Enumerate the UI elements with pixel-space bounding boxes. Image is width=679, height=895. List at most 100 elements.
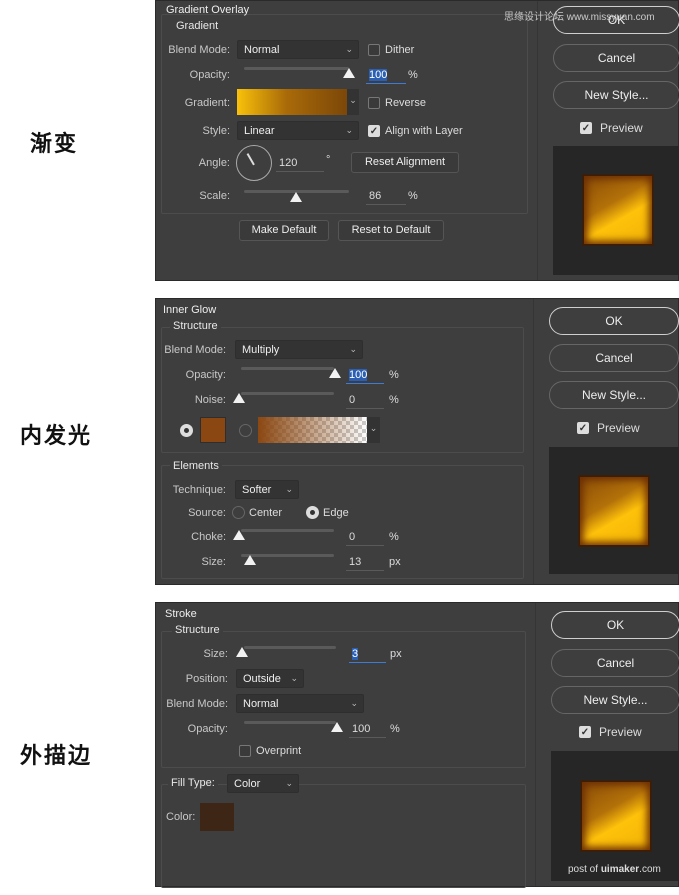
- group-title: Structure: [170, 320, 221, 332]
- fill-type-group: [161, 784, 526, 888]
- source-edge-radio[interactable]: [306, 506, 319, 519]
- preview-box: [549, 447, 679, 574]
- opacity-input[interactable]: 100: [349, 722, 386, 738]
- angle-dial[interactable]: [236, 145, 272, 181]
- divider: [535, 603, 536, 886]
- gradient-dropdown-chevron-icon[interactable]: ⌄: [367, 417, 380, 443]
- watermark-bottom: post of uimaker.com: [568, 864, 661, 875]
- align-with-layer-label: Align with Layer: [385, 125, 463, 137]
- group-title: Gradient: [173, 20, 222, 32]
- glow-gradient-swatch[interactable]: [258, 417, 367, 443]
- inner-glow-panel: Inner Glow Structure Blend Mode: Multipl…: [155, 298, 679, 585]
- style-label: Style:: [202, 125, 230, 137]
- gradient-swatch[interactable]: [237, 89, 347, 115]
- reverse-checkbox[interactable]: [368, 97, 380, 109]
- ok-button[interactable]: OK: [549, 307, 679, 335]
- chevron-down-icon: ⌄: [285, 484, 293, 494]
- chevron-down-icon: ⌄: [345, 44, 353, 54]
- fill-type-select[interactable]: Color ⌄: [227, 774, 299, 793]
- size-slider[interactable]: [244, 646, 336, 649]
- stroke-color-swatch[interactable]: [200, 803, 234, 831]
- preview-thumbnail: [580, 477, 648, 545]
- preview-checkbox[interactable]: ✓: [579, 726, 591, 738]
- source-center-label: Center: [249, 507, 283, 519]
- position-label: Position:: [185, 673, 228, 685]
- preview-checkbox[interactable]: ✓: [580, 122, 592, 134]
- choke-input[interactable]: 0: [346, 530, 384, 546]
- choke-label: Choke:: [191, 531, 226, 543]
- blend-mode-label: Blend Mode:: [164, 344, 226, 356]
- caption-inner-glow: 内发光: [20, 424, 93, 449]
- noise-input[interactable]: 0: [346, 393, 384, 409]
- noise-slider-thumb[interactable]: [233, 393, 245, 403]
- blend-mode-value: Normal: [243, 698, 279, 710]
- gradient-overlay-panel: Gradient Overlay Gradient Blend Mode: No…: [155, 0, 679, 281]
- opacity-input[interactable]: 100: [366, 68, 406, 84]
- scale-label: Scale:: [199, 190, 230, 202]
- make-default-button[interactable]: Make Default: [239, 220, 329, 241]
- angle-unit: °: [326, 154, 331, 166]
- size-input[interactable]: 13: [346, 555, 384, 571]
- color-label: Color:: [166, 811, 196, 823]
- new-style-button[interactable]: New Style...: [553, 81, 679, 109]
- angle-input[interactable]: 120: [276, 156, 324, 172]
- scale-input[interactable]: 86: [366, 189, 406, 205]
- scale-slider-thumb[interactable]: [290, 192, 302, 202]
- opacity-slider[interactable]: [241, 367, 334, 370]
- opacity-slider-thumb[interactable]: [329, 368, 341, 378]
- group-title: Structure: [172, 624, 223, 636]
- cancel-button[interactable]: Cancel: [553, 44, 679, 72]
- opacity-slider[interactable]: [244, 67, 349, 70]
- glow-color-swatch[interactable]: [200, 417, 226, 443]
- fill-type-value: Color: [234, 778, 261, 790]
- angle-needle: [246, 153, 255, 166]
- opacity-slider[interactable]: [244, 721, 336, 724]
- cancel-button[interactable]: Cancel: [551, 649, 679, 677]
- size-slider-thumb[interactable]: [244, 555, 256, 565]
- gradient-fill-radio[interactable]: [239, 424, 252, 437]
- blend-mode-value: Multiply: [242, 344, 280, 356]
- new-style-button[interactable]: New Style...: [549, 381, 679, 409]
- gradient-label: Gradient:: [184, 97, 230, 109]
- dither-checkbox[interactable]: [368, 44, 380, 56]
- choke-slider[interactable]: [241, 529, 334, 532]
- watermark-top: 思缘设计论坛 www.missyuan.com: [504, 12, 655, 23]
- position-select[interactable]: Outside ⌄: [236, 669, 304, 688]
- blend-mode-select[interactable]: Multiply ⌄: [235, 340, 363, 359]
- blend-mode-select[interactable]: Normal ⌄: [236, 694, 364, 713]
- chevron-down-icon: ⌄: [290, 673, 298, 683]
- align-with-layer-checkbox[interactable]: ✓: [368, 125, 380, 137]
- size-slider-thumb[interactable]: [236, 647, 248, 657]
- cancel-button[interactable]: Cancel: [549, 344, 679, 372]
- choke-slider-thumb[interactable]: [233, 530, 245, 540]
- opacity-input[interactable]: 100: [346, 368, 384, 384]
- source-center-radio[interactable]: [232, 506, 245, 519]
- opacity-slider-thumb[interactable]: [343, 68, 355, 78]
- chevron-down-icon: ⌄: [350, 698, 358, 708]
- gradient-dropdown-chevron-icon[interactable]: ⌄: [347, 89, 359, 115]
- noise-slider[interactable]: [241, 392, 334, 395]
- opacity-unit: %: [408, 69, 418, 81]
- opacity-unit: %: [389, 369, 399, 381]
- opacity-unit: %: [390, 723, 400, 735]
- fill-type-label: Fill Type:: [168, 777, 218, 789]
- divider: [533, 299, 534, 584]
- color-fill-radio[interactable]: [180, 424, 193, 437]
- reset-to-default-button[interactable]: Reset to Default: [338, 220, 444, 241]
- stroke-panel: Stroke Structure Size: 3 px Position: Ou…: [155, 602, 679, 888]
- reset-alignment-button[interactable]: Reset Alignment: [351, 152, 459, 173]
- ok-button[interactable]: OK: [551, 611, 679, 639]
- blend-mode-select[interactable]: Normal ⌄: [237, 40, 359, 59]
- new-style-button[interactable]: New Style...: [551, 686, 679, 714]
- elements-group-title: Elements: [170, 460, 222, 472]
- preview-checkbox[interactable]: ✓: [577, 422, 589, 434]
- chevron-down-icon: ⌄: [349, 344, 357, 354]
- divider: [537, 1, 538, 280]
- style-select[interactable]: Linear ⌄: [237, 121, 359, 140]
- technique-select[interactable]: Softer ⌄: [235, 480, 299, 499]
- opacity-slider-thumb[interactable]: [331, 722, 343, 732]
- style-value: Linear: [244, 125, 275, 137]
- preview-thumbnail: [584, 176, 652, 244]
- overprint-checkbox[interactable]: [239, 745, 251, 757]
- size-input[interactable]: 3: [349, 647, 386, 663]
